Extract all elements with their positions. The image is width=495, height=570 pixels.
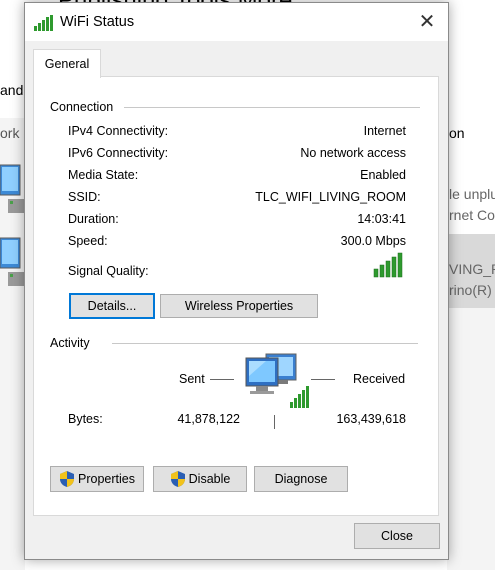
activity-divider [112, 343, 418, 344]
background-network-adapter-icon-1 [0, 164, 24, 213]
diagnose-button[interactable]: Diagnose [254, 466, 348, 492]
media-state-label: Media State: [68, 168, 139, 182]
tab-general[interactable]: General [33, 49, 101, 78]
sent-label: Sent [179, 372, 205, 386]
background-right-lower [447, 308, 495, 570]
bytes-received-value: 163,439,618 [336, 412, 406, 426]
duration-label: Duration: [68, 212, 119, 226]
background-left-text-1: and [0, 82, 24, 98]
activity-heading: Activity [50, 336, 90, 350]
ipv4-connectivity-label: IPv4 Connectivity: [68, 124, 169, 138]
general-tab-panel: Connection IPv4 Connectivity: Internet I… [33, 76, 439, 516]
disable-button[interactable]: Disable [153, 466, 247, 492]
wireless-properties-button[interactable]: Wireless Properties [160, 294, 318, 318]
diagnose-button-label: Diagnose [274, 472, 328, 486]
close-window-button[interactable]: ✕ [416, 11, 438, 33]
details-button[interactable]: Details... [69, 293, 155, 319]
signal-quality-label: Signal Quality: [68, 264, 149, 278]
ipv6-connectivity-label: IPv6 Connectivity: [68, 146, 169, 160]
bytes-divider [274, 415, 275, 429]
network-computers-icon [245, 353, 309, 408]
ipv6-connectivity-value: No network access [300, 146, 406, 160]
wifi-status-dialog: WiFi Status ✕ General Connection IPv4 Co… [24, 2, 449, 560]
title-bar[interactable]: WiFi Status ✕ [25, 3, 448, 41]
background-right-text-2: le unplu [449, 186, 495, 202]
wifi-signal-icon [34, 15, 53, 31]
duration-value: 14:03:41 [357, 212, 406, 226]
uac-shield-icon [170, 471, 185, 487]
ssid-value: TLC_WIFI_LIVING_ROOM [255, 190, 406, 204]
received-connector [311, 379, 335, 380]
background-right-text-1: on [449, 125, 465, 141]
connection-divider [124, 107, 420, 108]
wireless-properties-button-label: Wireless Properties [184, 299, 294, 313]
close-icon: ✕ [418, 11, 436, 33]
uac-shield-icon [60, 471, 74, 487]
background-network-adapter-icon-2 [0, 237, 24, 286]
dialog-title: WiFi Status [60, 14, 135, 30]
disable-button-label: Disable [188, 472, 231, 486]
speed-label: Speed: [68, 234, 108, 248]
background-right-text-5: rino(R) [449, 282, 492, 298]
signal-strength-bars-icon [373, 252, 403, 278]
background-right-text-3: rnet Con [449, 207, 495, 223]
ssid-label: SSID: [68, 190, 101, 204]
speed-value: 300.0 Mbps [340, 234, 406, 248]
connection-heading: Connection [50, 100, 114, 114]
details-button-label: Details... [87, 299, 137, 313]
properties-button-label: Properties [78, 472, 135, 486]
bytes-sent-value: 41,878,122 [177, 412, 240, 426]
received-label: Received [353, 372, 406, 386]
sent-connector [210, 379, 234, 380]
ipv4-connectivity-value: Internet [363, 124, 406, 138]
close-button-label: Close [381, 529, 413, 543]
bytes-label: Bytes: [68, 412, 103, 426]
close-button[interactable]: Close [354, 523, 440, 549]
background-right-text-4: VING_RO [449, 261, 495, 277]
media-state-value: Enabled [360, 168, 406, 182]
properties-button[interactable]: Properties [50, 466, 144, 492]
